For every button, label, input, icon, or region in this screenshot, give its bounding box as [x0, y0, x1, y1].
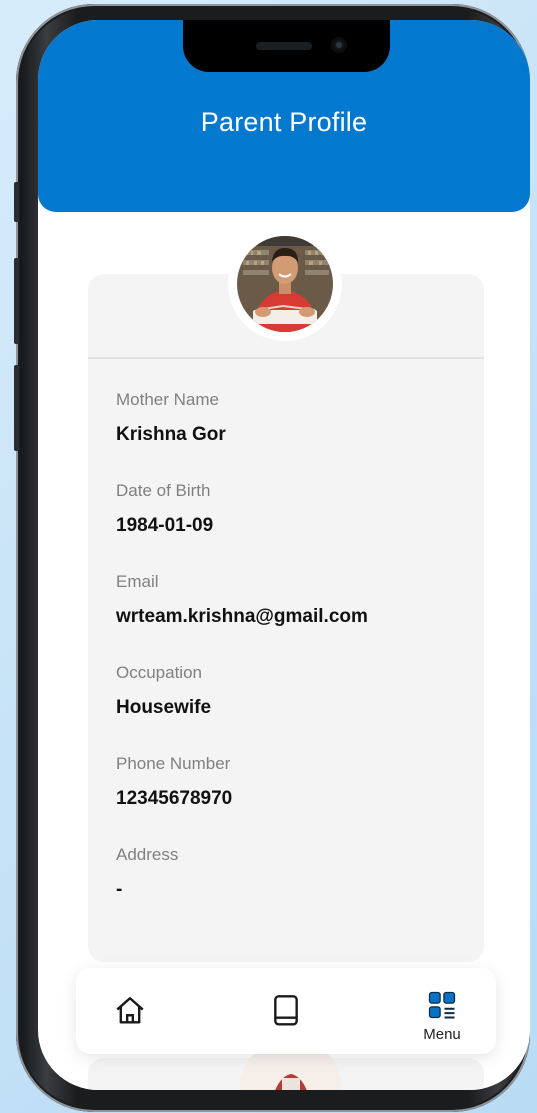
avatar-ring [228, 227, 342, 341]
field-address: Address - [116, 845, 476, 936]
field-label: Address [116, 845, 179, 864]
field-value: - [116, 879, 123, 900]
nav-books[interactable] [236, 968, 336, 1054]
field-value: Housewife [116, 697, 212, 718]
profile-fields: Mother Name Krishna Gor Date of Birth 19… [116, 390, 476, 936]
field-mother-name: Mother Name Krishna Gor [116, 390, 476, 481]
front-camera [331, 37, 347, 53]
page-title: Parent Profile [200, 107, 368, 137]
profile-card: Mother Name Krishna Gor Date of Birth 19… [88, 274, 484, 962]
volume-down-button [14, 365, 19, 451]
menu-grid-icon [428, 991, 456, 1019]
speaker-grille [256, 42, 312, 50]
field-value: 1984-01-09 [116, 515, 214, 536]
nav-menu[interactable]: Menu [392, 968, 492, 1054]
field-phone-number: Phone Number 12345678970 [116, 754, 476, 845]
nav-home[interactable] [80, 968, 180, 1054]
field-value: wrteam.krishna@gmail.com [116, 606, 368, 627]
field-label: Occupation [116, 663, 202, 682]
book-icon [274, 995, 298, 1026]
field-email: Email wrteam.krishna@gmail.com [116, 572, 476, 663]
field-occupation: Occupation Housewife [116, 663, 476, 754]
profile-photo-icon [237, 236, 333, 332]
field-label: Phone Number [116, 754, 231, 773]
volume-up-button [14, 258, 19, 344]
field-label: Mother Name [116, 390, 219, 409]
home-icon [116, 997, 144, 1024]
field-value: Krishna Gor [116, 424, 226, 445]
field-date-of-birth: Date of Birth 1984-01-09 [116, 481, 476, 572]
card-divider [88, 357, 484, 359]
avatar[interactable] [237, 236, 333, 332]
field-label: Date of Birth [116, 481, 211, 500]
phone-screen: Parent Profile Mother Name Krishna Gor D… [38, 20, 530, 1090]
notch [183, 20, 390, 72]
field-value: 12345678970 [116, 788, 233, 809]
silent-switch [14, 182, 19, 222]
field-label: Email [116, 572, 159, 591]
bottom-nav: Menu [76, 968, 496, 1054]
nav-label-menu: Menu [423, 1026, 461, 1043]
